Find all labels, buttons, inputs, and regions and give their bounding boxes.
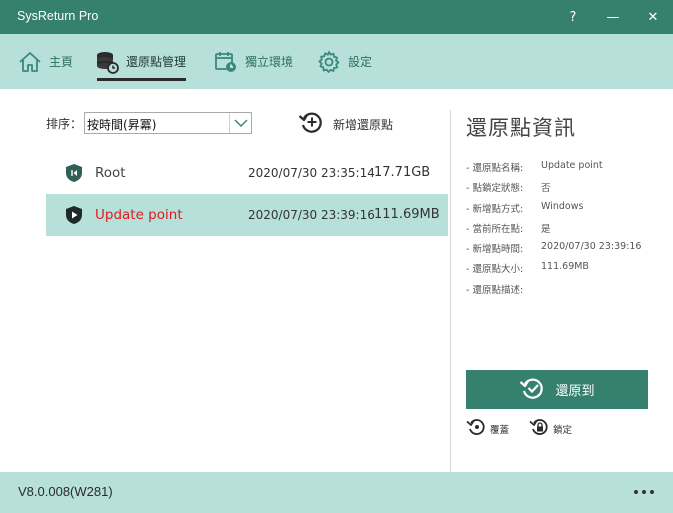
sort-selected-value: 按時間(昇冪) (87, 118, 157, 132)
snapshot-row-root[interactable]: Root 2020/07/30 23:35:14 17.71GB (46, 152, 448, 194)
info-value: 否 (541, 183, 551, 195)
info-key: - 當前所在點: (466, 223, 524, 235)
panel-divider (450, 110, 451, 472)
more-options-button[interactable] (629, 480, 659, 504)
tab-restore-points-label: 還原點管理 (126, 55, 187, 69)
title-bar: SysReturn Pro ? — ✕ (0, 0, 673, 34)
calendar-clock-icon (214, 50, 238, 74)
restore-to-label: 還原到 (555, 384, 595, 399)
info-value: 111.69MB (541, 261, 589, 273)
lock-label: 鎖定 (553, 425, 573, 436)
gear-icon (317, 50, 341, 74)
shield-skip-icon (65, 163, 83, 187)
info-key: - 點鎖定狀態: (466, 183, 524, 195)
lock-button[interactable]: 鎖定 (529, 418, 572, 440)
tab-home-label: 主頁 (49, 55, 74, 69)
overwrite-label: 覆蓋 (490, 425, 510, 436)
info-key: - 還原點名稱: (466, 163, 524, 174)
snapshot-time: 2020/07/30 23:35:14 (248, 166, 375, 180)
snapshot-size: 111.69MB (374, 207, 440, 222)
tab-restore-points[interactable]: 還原點管理 (95, 34, 187, 89)
sort-dropdown[interactable]: 按時間(昇冪) (84, 112, 253, 134)
add-restore-point-label: 新增還原點 (333, 117, 394, 132)
snapshot-row-update-point[interactable]: Update point 2020/07/30 23:39:16 111.69M… (46, 194, 448, 236)
more-dots-icon (642, 490, 646, 494)
tab-settings-label: 設定 (348, 55, 373, 69)
lock-restore-icon (529, 417, 549, 441)
info-value: Windows (541, 200, 584, 212)
tab-independent-environment[interactable]: 獨立環境 (214, 34, 293, 89)
info-key: - 還原點大小: (466, 264, 524, 276)
active-tab-underline (97, 78, 187, 81)
restore-to-button[interactable]: 還原到 (466, 370, 648, 409)
help-button[interactable]: ? (553, 0, 593, 34)
add-restore-icon (298, 110, 324, 138)
add-restore-point-button[interactable]: 新增還原點 (298, 111, 393, 137)
shield-play-icon (65, 205, 83, 229)
restore-check-icon (519, 376, 545, 404)
snapshot-name: Update point (95, 207, 183, 223)
more-dots-icon (650, 490, 654, 494)
snapshot-time: 2020/07/30 23:39:16 (248, 208, 375, 222)
snapshot-size: 17.71GB (374, 165, 431, 180)
sort-label: 排序： (46, 116, 83, 131)
minimize-button[interactable]: — (593, 0, 633, 34)
info-key: - 新增點方式: (466, 203, 524, 215)
info-key: - 還原點描述: (466, 284, 524, 296)
snapshot-name: Root (95, 165, 126, 181)
close-button[interactable]: ✕ (633, 0, 673, 34)
tab-settings[interactable]: 設定 (317, 34, 372, 89)
status-bar: V8.0.008(W281) (0, 472, 673, 513)
home-icon (18, 51, 42, 73)
info-key: - 新增點時間: (466, 244, 524, 256)
overwrite-button[interactable]: 覆蓋 (466, 418, 509, 440)
sort-control: 排序： 按時間(昇冪) (46, 112, 253, 134)
more-dots-icon (634, 490, 638, 494)
tab-independent-environment-label: 獨立環境 (245, 55, 294, 69)
version-label: V8.0.008(W281) (18, 484, 113, 499)
info-panel-title: 還原點資訊 (466, 116, 576, 140)
database-restore-icon (95, 50, 119, 74)
chevron-down-icon[interactable] (229, 113, 251, 133)
info-value: 2020/07/30 23:39:16 (541, 241, 642, 253)
info-value: 是 (541, 223, 551, 235)
nav-bar: 主頁 還原點管理 獨立環境 設定 (0, 34, 673, 89)
app-title: SysReturn Pro (17, 9, 99, 23)
tab-home[interactable]: 主頁 (18, 34, 73, 89)
info-value: Update point (541, 160, 603, 171)
overwrite-icon (466, 417, 486, 441)
